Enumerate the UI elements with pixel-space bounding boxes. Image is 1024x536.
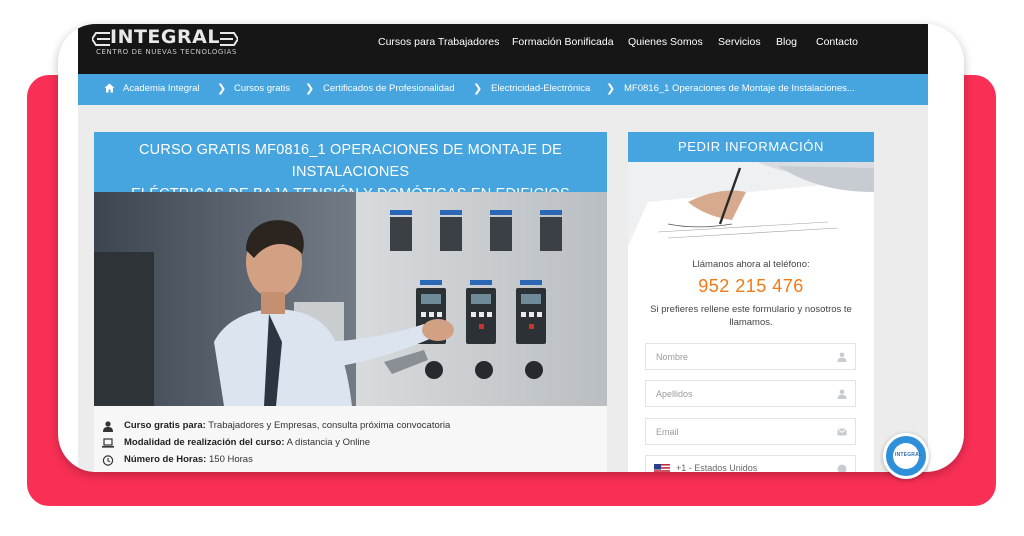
apellidos-input[interactable]: [646, 381, 831, 406]
course-title-line1: CURSO GRATIS MF0816_1 OPERACIONES DE MON…: [138, 142, 562, 180]
electrician-illustration: [94, 192, 607, 406]
info-sidebar: PEDIR INFORMACIÓN Llámanos ahora al telé…: [628, 132, 874, 472]
chat-widget-button[interactable]: INTEGRAL: [883, 433, 929, 479]
logo-arrow-right-icon: [220, 32, 238, 46]
breadcrumb-cursos-gratis[interactable]: Cursos gratis: [234, 83, 290, 94]
signing-image: [628, 162, 874, 246]
callback-text: Si prefieres rellene este formulario y n…: [650, 304, 852, 328]
breadcrumb-electricidad[interactable]: Electricidad-Electrónica: [491, 83, 590, 94]
call-text: Llámanos ahora al teléfono:: [692, 259, 810, 270]
feature-curso-para: Curso gratis para: Trabajadores y Empres…: [102, 420, 602, 437]
email-field: [645, 418, 856, 445]
nav-formacion-bonificada[interactable]: Formación Bonificada: [512, 36, 614, 48]
nav-blog[interactable]: Blog: [776, 36, 797, 48]
chevron-right-icon: ❯: [305, 83, 315, 95]
chevron-right-icon: ❯: [473, 83, 483, 95]
phone-country-label: +1 - Estados Unidos: [676, 463, 758, 472]
chevron-right-icon: ❯: [606, 83, 616, 95]
feature-value: A distancia y Online: [286, 437, 371, 448]
web-page: INTEGRAL CENTRO DE NUEVAS TECNOLOGIAS Cu…: [78, 24, 928, 472]
user-icon: [837, 389, 847, 399]
phone-number[interactable]: 952 215 476: [628, 276, 874, 297]
phone-icon: [837, 464, 847, 472]
top-navigation: INTEGRAL CENTRO DE NUEVAS TECNOLOGIAS Cu…: [78, 24, 928, 74]
chevron-right-icon: ❯: [217, 83, 227, 95]
logo-tagline: CENTRO DE NUEVAS TECNOLOGIAS: [96, 48, 238, 56]
feature-value: 150 Horas: [209, 454, 253, 465]
nav-cursos-trabajadores[interactable]: Cursos para Trabajadores: [378, 36, 499, 48]
feature-value: Trabajadores y Empresas, consulta próxim…: [208, 420, 451, 431]
site-logo[interactable]: INTEGRAL CENTRO DE NUEVAS TECNOLOGIAS: [92, 24, 252, 64]
home-icon[interactable]: [104, 83, 115, 93]
user-icon: [103, 421, 113, 432]
nombre-input[interactable]: [646, 344, 831, 369]
breadcrumb-academia-integral[interactable]: Academia Integral: [123, 83, 200, 94]
feature-modalidad: Modalidad de realización del curso: A di…: [102, 437, 602, 454]
chat-logo-icon: INTEGRAL: [893, 443, 922, 469]
nav-contacto[interactable]: Contacto: [816, 36, 858, 48]
nav-quienes-somos[interactable]: Quienes Somos: [628, 36, 703, 48]
course-image: [94, 192, 607, 406]
course-panel: CURSO GRATIS MF0816_1 OPERACIONES DE MON…: [94, 132, 607, 472]
user-icon: [837, 352, 847, 362]
course-features: Curso gratis para: Trabajadores y Empres…: [102, 420, 602, 471]
envelope-icon: [837, 428, 847, 436]
apellidos-field: [645, 380, 856, 407]
feature-horas: Número de Horas: 150 Horas: [102, 454, 602, 471]
breadcrumb-current: MF0816_1 Operaciones de Montaje de Insta…: [624, 83, 855, 94]
email-input[interactable]: [646, 419, 831, 444]
breadcrumb: Academia Integral ❯ Cursos gratis ❯ Cert…: [78, 74, 928, 105]
feature-label: Número de Horas:: [124, 454, 207, 465]
nombre-field: [645, 343, 856, 370]
laptop-icon: [102, 438, 114, 448]
nav-servicios[interactable]: Servicios: [718, 36, 761, 48]
logo-name: INTEGRAL: [110, 26, 220, 48]
logo-arrow-left-icon: [92, 32, 110, 46]
signing-illustration: [628, 162, 874, 246]
phone-country-select[interactable]: +1 - Estados Unidos: [645, 455, 856, 472]
sidebar-title: PEDIR INFORMACIÓN: [628, 132, 874, 162]
feature-label: Modalidad de realización del curso:: [124, 437, 285, 448]
breadcrumb-certificados[interactable]: Certificados de Profesionalidad: [323, 83, 455, 94]
clock-icon: [102, 455, 114, 466]
us-flag-icon: [654, 464, 670, 472]
feature-label: Curso gratis para:: [124, 420, 206, 431]
browser-frame: INTEGRAL CENTRO DE NUEVAS TECNOLOGIAS Cu…: [58, 24, 964, 472]
course-title: CURSO GRATIS MF0816_1 OPERACIONES DE MON…: [94, 132, 607, 202]
